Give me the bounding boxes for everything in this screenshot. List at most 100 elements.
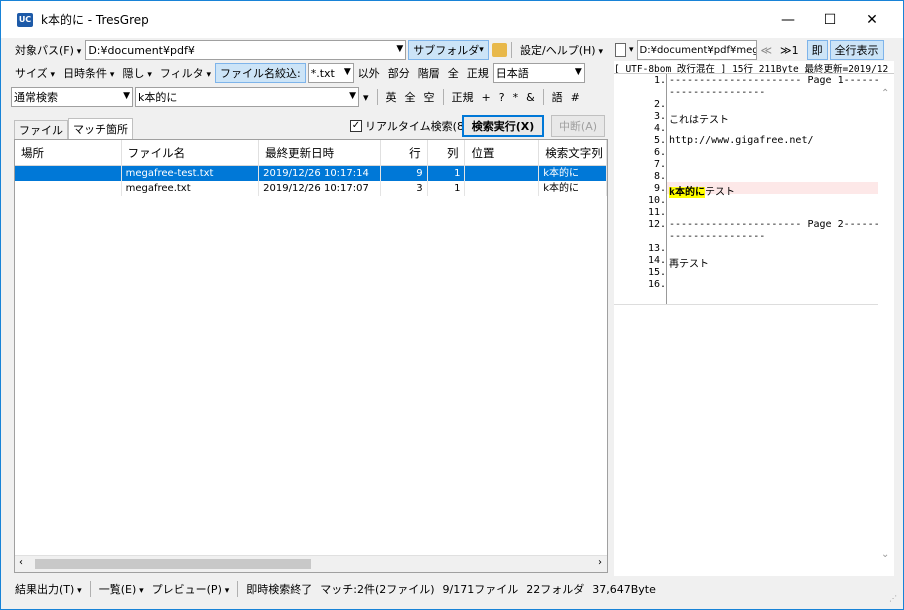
line-number: 3. bbox=[653, 111, 666, 122]
immediate-toggle[interactable]: 即 bbox=[806, 40, 828, 60]
line-text: k本的にテスト bbox=[669, 183, 735, 198]
col-position[interactable]: 位置 bbox=[465, 140, 540, 166]
export-menu[interactable]: 結果出力(T) bbox=[11, 581, 86, 597]
cell-position bbox=[465, 166, 540, 181]
word-toggle[interactable]: 語 bbox=[548, 89, 567, 105]
minimize-button[interactable]: — bbox=[765, 1, 811, 38]
ampersand-toggle[interactable]: & bbox=[522, 91, 539, 104]
except-toggle[interactable]: 以外 bbox=[354, 65, 384, 81]
separator bbox=[376, 89, 378, 105]
language-value: 日本語 bbox=[495, 67, 529, 80]
folder-count: 22フォルダ bbox=[526, 583, 585, 596]
cell-searchtext: k本的に bbox=[539, 181, 607, 196]
line-number: 2. bbox=[653, 99, 666, 110]
list-menu[interactable]: 一覧(E) bbox=[95, 581, 148, 597]
chevron-down-icon: ▼ bbox=[349, 91, 356, 101]
preview-scrollbar[interactable]: ⌃ ⌄ bbox=[878, 74, 894, 576]
cell-line: 3 bbox=[381, 181, 428, 196]
col-line[interactable]: 行 bbox=[381, 140, 428, 166]
match-highlight: k本的に bbox=[669, 187, 706, 198]
separator bbox=[542, 89, 544, 105]
plus-toggle[interactable]: + bbox=[478, 91, 495, 104]
settings-help-menu[interactable]: 設定/ヘルプ(H) bbox=[516, 42, 607, 58]
prev-match-button[interactable]: ≪ bbox=[757, 44, 777, 57]
line-number: 8. bbox=[653, 171, 666, 182]
regex-filter-toggle[interactable]: 正規 bbox=[463, 65, 493, 81]
col-filename[interactable]: ファイル名 bbox=[122, 140, 260, 166]
hash-toggle[interactable]: # bbox=[567, 91, 584, 104]
line-rest: テスト bbox=[705, 187, 736, 198]
scroll-down-icon[interactable]: ⌄ bbox=[881, 549, 889, 560]
subfolder-button[interactable]: サブフォルダ bbox=[408, 40, 489, 60]
all-toggle[interactable]: 全 bbox=[444, 65, 463, 81]
chevron-down-icon[interactable]: ▾ bbox=[629, 45, 634, 55]
chevron-down-icon: ▼ bbox=[343, 67, 351, 77]
line-number: 7. bbox=[653, 159, 666, 170]
line-number: 5. bbox=[653, 135, 666, 146]
alnum-toggle[interactable]: 英 bbox=[382, 89, 401, 105]
chevron-down-icon: ▼ bbox=[123, 91, 130, 101]
hidden-menu[interactable]: 隠し bbox=[118, 65, 155, 81]
line-number: 4. bbox=[653, 123, 666, 134]
document-icon[interactable] bbox=[615, 43, 626, 57]
regex-toggle[interactable]: 正規 bbox=[448, 89, 478, 105]
result-tabs: ファイル マッチ箇所 bbox=[14, 118, 133, 139]
horizontal-scrollbar[interactable]: ‹ › bbox=[15, 555, 607, 572]
path-toolbar: 対象パス(F) D:¥document¥pdf¥ ▼ サブフォルダ 設定/ヘルプ(… bbox=[11, 39, 607, 61]
next-match-button[interactable]: ≫1 bbox=[776, 44, 803, 57]
filename-filter-button[interactable]: ファイル名絞込: bbox=[215, 63, 306, 83]
target-path-menu[interactable]: 対象パス(F) bbox=[11, 42, 85, 58]
realtime-checkbox[interactable]: ✓ リアルタイム検索(8) bbox=[350, 118, 468, 134]
tab-match[interactable]: マッチ箇所 bbox=[68, 118, 133, 139]
show-all-lines-toggle[interactable]: 全行表示 bbox=[829, 40, 884, 60]
tab-file[interactable]: ファイル bbox=[14, 120, 68, 139]
separator bbox=[89, 581, 91, 597]
line-number: 1. bbox=[653, 75, 666, 86]
preview-path-value: D:¥document¥pdf¥megafr bbox=[639, 44, 757, 56]
col-searchtext[interactable]: 検索文字列 bbox=[539, 140, 607, 166]
table-row[interactable]: megafree-test.txt 2019/12/26 10:17:14 9 … bbox=[15, 166, 607, 181]
search-mode-combo[interactable]: 通常検索 ▼ bbox=[11, 87, 133, 107]
resize-grip-icon[interactable]: ⋰ bbox=[889, 594, 897, 603]
table-row[interactable]: megafree.txt 2019/12/26 10:17:07 3 1 k本的… bbox=[15, 181, 607, 196]
realtime-label: リアルタイム検索(8) bbox=[365, 120, 469, 133]
search-input[interactable]: k本的に ▼ bbox=[135, 87, 359, 107]
scroll-right-icon[interactable]: › bbox=[598, 557, 602, 568]
col-modified[interactable]: 最終更新日時 bbox=[259, 140, 381, 166]
app-window: UC k本的に - TresGrep — ☐ ✕ 対象パス(F) D:¥docu… bbox=[0, 0, 904, 610]
preview-menu[interactable]: プレビュー(P) bbox=[148, 581, 234, 597]
preview-path[interactable]: D:¥document¥pdf¥megafr bbox=[636, 40, 757, 60]
options-menu-icon[interactable]: ▾ bbox=[359, 91, 373, 104]
level-toggle[interactable]: 階層 bbox=[414, 65, 444, 81]
line-text: ---------------- bbox=[669, 87, 766, 98]
question-toggle[interactable]: ? bbox=[495, 91, 509, 104]
cell-modified: 2019/12/26 10:17:14 bbox=[259, 166, 381, 181]
size-menu[interactable]: サイズ bbox=[11, 65, 59, 81]
folder-icon[interactable] bbox=[491, 43, 508, 57]
title-bar: UC k本的に - TresGrep — ☐ ✕ bbox=[1, 1, 903, 38]
close-button[interactable]: ✕ bbox=[849, 1, 895, 38]
scroll-left-icon[interactable]: ‹ bbox=[19, 557, 23, 568]
col-column[interactable]: 列 bbox=[428, 140, 466, 166]
datetime-menu[interactable]: 日時条件 bbox=[59, 65, 118, 81]
fullwidth-toggle[interactable]: 全 bbox=[401, 89, 420, 105]
file-count: 9/171ファイル bbox=[442, 583, 519, 596]
line-text: ---------------------- Page 1------- bbox=[669, 75, 886, 86]
stop-button[interactable]: 中断(A) bbox=[551, 115, 605, 137]
line-number: 15. bbox=[647, 267, 666, 278]
path-combo[interactable]: D:¥document¥pdf¥ ▼ bbox=[85, 40, 407, 60]
language-combo[interactable]: 日本語 ▼ bbox=[492, 63, 585, 83]
scroll-thumb[interactable] bbox=[35, 559, 311, 569]
run-search-button[interactable]: 検索実行(X) bbox=[462, 115, 544, 137]
filter-menu[interactable]: フィルタ bbox=[156, 65, 215, 81]
maximize-button[interactable]: ☐ bbox=[807, 1, 853, 38]
extension-combo[interactable]: *.txt ▼ bbox=[307, 63, 354, 83]
line-number: 6. bbox=[653, 147, 666, 158]
scroll-up-icon[interactable]: ⌃ bbox=[881, 88, 889, 99]
partial-toggle[interactable]: 部分 bbox=[384, 65, 414, 81]
line-text: http://www.gigafree.net/ bbox=[669, 135, 814, 146]
cell-searchtext: k本的に bbox=[539, 166, 607, 181]
col-place[interactable]: 場所 bbox=[15, 140, 122, 166]
star-toggle[interactable]: * bbox=[509, 91, 523, 104]
space-toggle[interactable]: 空 bbox=[420, 89, 439, 105]
